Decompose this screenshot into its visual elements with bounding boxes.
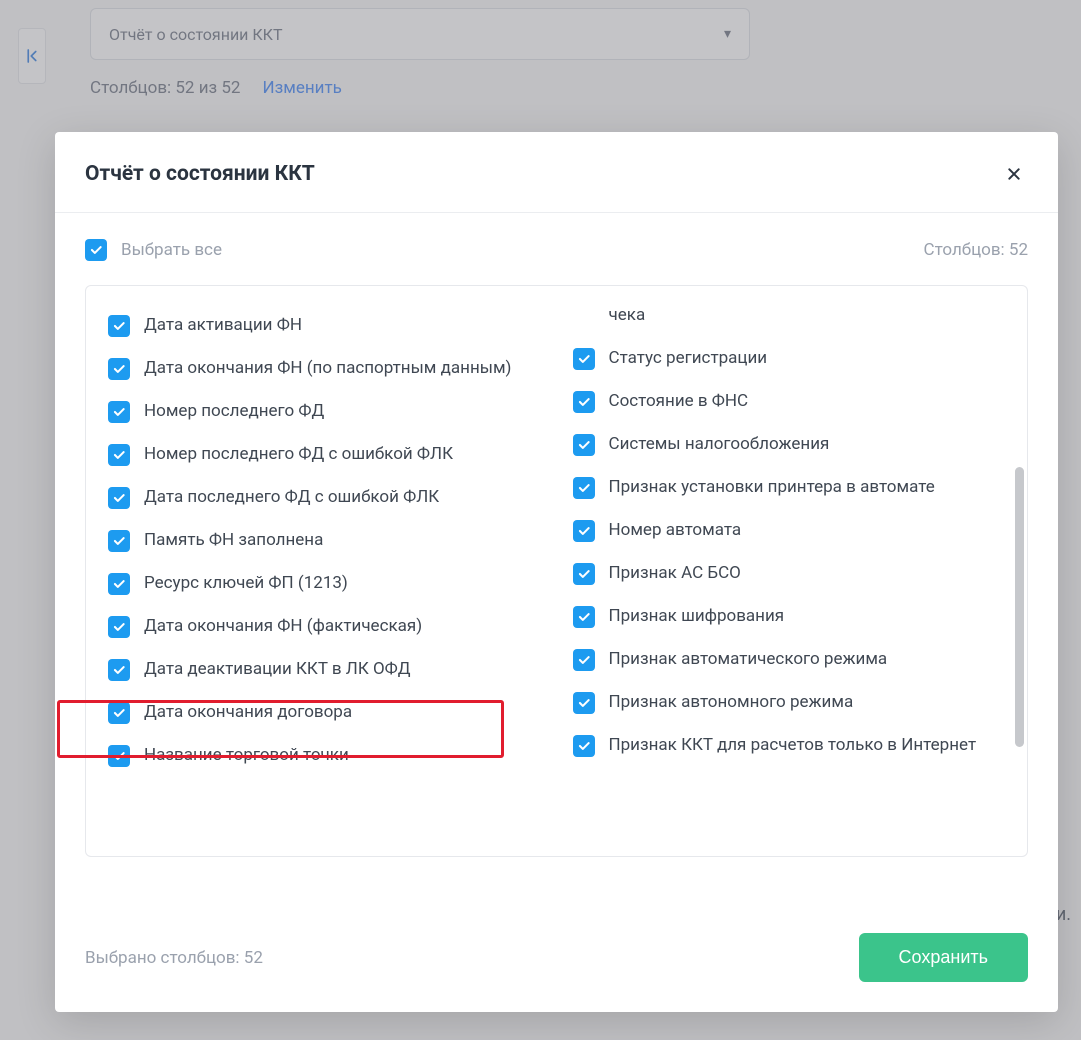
column-option-label: Состояние в ФНС [609,390,749,413]
column-option-label: Признак автономного режима [609,691,854,714]
column-option-label: Признак ККТ для расчетов только в Интерн… [609,734,977,757]
column-option-continuation: чека [573,304,1010,337]
column-option-label: Признак АС БСО [609,562,741,585]
close-icon [1006,166,1022,182]
checkbox-checked-icon [573,649,595,671]
column-option[interactable]: Системы налогообложения [573,423,1010,466]
checkbox-checked-icon [108,487,130,509]
column-option[interactable]: Дата окончания договора [108,691,545,734]
column-option[interactable]: Память ФН заполнена [108,519,545,562]
column-option[interactable]: Состояние в ФНС [573,380,1010,423]
column-option-label: Дата окончания ФН (фактическая) [144,615,422,638]
column-option-label: Признак автоматического режима [609,648,888,671]
modal-footer: Выбрано столбцов: 52 Сохранить [55,905,1058,1012]
column-option-label: чека [609,304,646,327]
column-option-label: Номер последнего ФД с ошибкой ФЛК [144,443,453,466]
column-option[interactable]: Дата окончания ФН (фактическая) [108,605,545,648]
column-option-label: Дата активации ФН [144,314,302,337]
checkbox-checked-icon [573,477,595,499]
checkbox-checked-icon [108,315,130,337]
columns-total-label: Столбцов: 52 [924,240,1028,260]
column-option-label: Дата последнего ФД с ошибкой ФЛК [144,486,439,509]
select-all-label: Выбрать все [121,240,222,260]
scrollbar[interactable] [1015,292,1024,850]
column-option[interactable]: Номер последнего ФД с ошибкой ФЛК [108,433,545,476]
column-option[interactable]: Название торговой точки [108,734,545,777]
column-option[interactable]: Признак автоматического режима [573,638,1010,681]
checkbox-checked-icon [573,692,595,714]
checkbox-checked-icon [108,358,130,380]
column-option[interactable]: Дата последнего ФД с ошибкой ФЛК [108,476,545,519]
checkbox-checked-icon [573,391,595,413]
scrollbar-thumb[interactable] [1015,467,1024,747]
column-option-label: Название торговой точки [144,744,349,767]
close-button[interactable] [1000,160,1028,188]
checkbox-checked-icon [108,745,130,767]
columns-left: Дата активации ФН Дата окончания ФН (по п… [108,304,545,856]
checkbox-checked-icon [573,520,595,542]
checkbox-checked-icon [108,444,130,466]
selected-columns-count: Выбрано столбцов: 52 [85,948,263,968]
checkbox-checked-icon [108,573,130,595]
modal-toolbar: Выбрать все Столбцов: 52 [55,213,1058,285]
modal-header: Отчёт о состоянии ККТ [55,132,1058,213]
column-option-label: Признак шифрования [609,605,785,628]
column-option[interactable]: Признак ККТ для расчетов только в Интерн… [573,724,1010,767]
column-option-label: Статус регистрации [609,347,768,370]
checkbox-checked-icon [573,606,595,628]
column-option-label: Ресурс ключей ФП (1213) [144,572,348,595]
column-option-label: Системы налогообложения [609,433,830,456]
save-button[interactable]: Сохранить [859,933,1028,982]
column-option[interactable]: Ресурс ключей ФП (1213) [108,562,545,605]
checkbox-checked-icon [108,659,130,681]
column-option-label: Номер автомата [609,519,742,542]
checkbox-checked-icon [108,702,130,724]
column-option-label: Дата окончания ФН (по паспортным данным) [144,357,511,380]
column-option[interactable]: Дата активации ФН [108,304,545,347]
column-picker-modal: Отчёт о состоянии ККТ Выбрать все Столбц… [55,132,1058,1012]
column-option[interactable]: Дата деактивации ККТ в ЛК ОФД [108,648,545,691]
select-all-checkbox[interactable]: Выбрать все [85,239,222,261]
checkbox-checked-icon [573,348,595,370]
columns-scroll-area[interactable]: Дата активации ФН Дата окончания ФН (по п… [86,286,1027,856]
checkbox-checked-icon [573,434,595,456]
column-option-label: Дата окончания договора [144,701,352,724]
columns-right: чека Статус регистрации Состояние в ФНС Сис… [573,304,1010,856]
column-option[interactable]: Признак АС БСО [573,552,1010,595]
checkbox-checked-icon [573,563,595,585]
column-option[interactable]: Признак автономного режима [573,681,1010,724]
column-option-label: Признак установки принтера в автомате [609,476,935,499]
checkbox-checked-icon [108,401,130,423]
column-option[interactable]: Признак установки принтера в автомате [573,466,1010,509]
column-option[interactable]: Статус регистрации [573,337,1010,380]
checkbox-checked-icon [85,239,107,261]
column-option[interactable]: Дата окончания ФН (по паспортным данным) [108,347,545,390]
modal-title: Отчёт о состоянии ККТ [85,162,315,186]
columns-list-container: Дата активации ФН Дата окончания ФН (по п… [85,285,1028,857]
checkbox-checked-icon [573,735,595,757]
checkbox-checked-icon [108,616,130,638]
column-option-label: Номер последнего ФД [144,400,324,423]
column-option[interactable]: Номер последнего ФД [108,390,545,433]
column-option[interactable]: Номер автомата [573,509,1010,552]
column-option-label: Память ФН заполнена [144,529,323,552]
column-option-label: Дата деактивации ККТ в ЛК ОФД [144,658,411,681]
checkbox-checked-icon [108,530,130,552]
column-option[interactable]: Признак шифрования [573,595,1010,638]
